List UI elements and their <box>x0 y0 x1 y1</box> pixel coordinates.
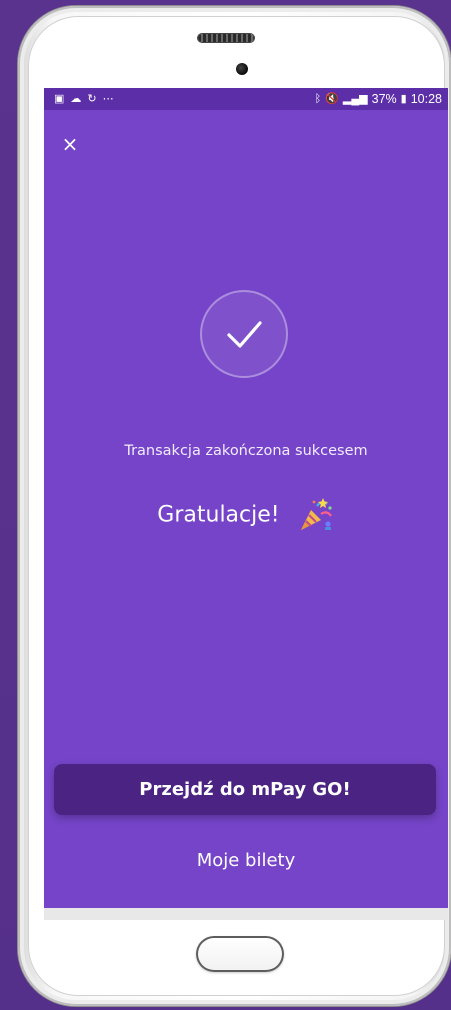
more-icon: ⋯ <box>102 93 114 105</box>
status-left-icons: ▣ ☁ ↻ ⋯ <box>54 91 114 107</box>
congrats-title: Gratulacje! <box>157 502 280 528</box>
success-subtitle: Transakcja zakończona sukcesem <box>124 443 368 459</box>
image-icon: ▣ <box>54 93 65 105</box>
lte-signal-icon: ▂▄▆ <box>342 93 368 105</box>
cloud-icon: ☁ <box>70 93 82 105</box>
bluetooth-icon: ᛒ <box>314 93 322 105</box>
my-tickets-link[interactable]: Moje bilety <box>44 850 448 871</box>
home-button[interactable] <box>196 936 284 972</box>
go-to-mpay-go-button[interactable]: Przejdź do mPay GO! <box>54 764 436 815</box>
screen-bottom-bar <box>44 908 448 920</box>
front-camera <box>236 63 248 75</box>
clock: 10:28 <box>410 92 442 106</box>
mute-icon: 🔇 <box>325 93 339 105</box>
close-icon: × <box>61 132 79 156</box>
party-popper-icon <box>300 498 332 530</box>
speaker-grille <box>198 34 254 42</box>
battery-icon: ▮ <box>400 93 407 105</box>
status-right-icons: ᛒ 🔇 ▂▄▆ 37% ▮ 10:28 <box>315 91 442 107</box>
congrats-row: Gratulacje! <box>44 496 448 534</box>
success-check-icon <box>200 290 288 378</box>
checkmark-icon <box>227 321 262 348</box>
sync-icon: ↻ <box>87 93 97 105</box>
battery-percent: 37% <box>371 92 397 106</box>
screen: ▣ ☁ ↻ ⋯ ᛒ 🔇 ▂▄▆ 37% ▮ 10:28 × Transakcja… <box>44 88 448 920</box>
close-button[interactable]: × <box>60 134 80 154</box>
status-bar: ▣ ☁ ↻ ⋯ ᛒ 🔇 ▂▄▆ 37% ▮ 10:28 <box>44 88 448 110</box>
